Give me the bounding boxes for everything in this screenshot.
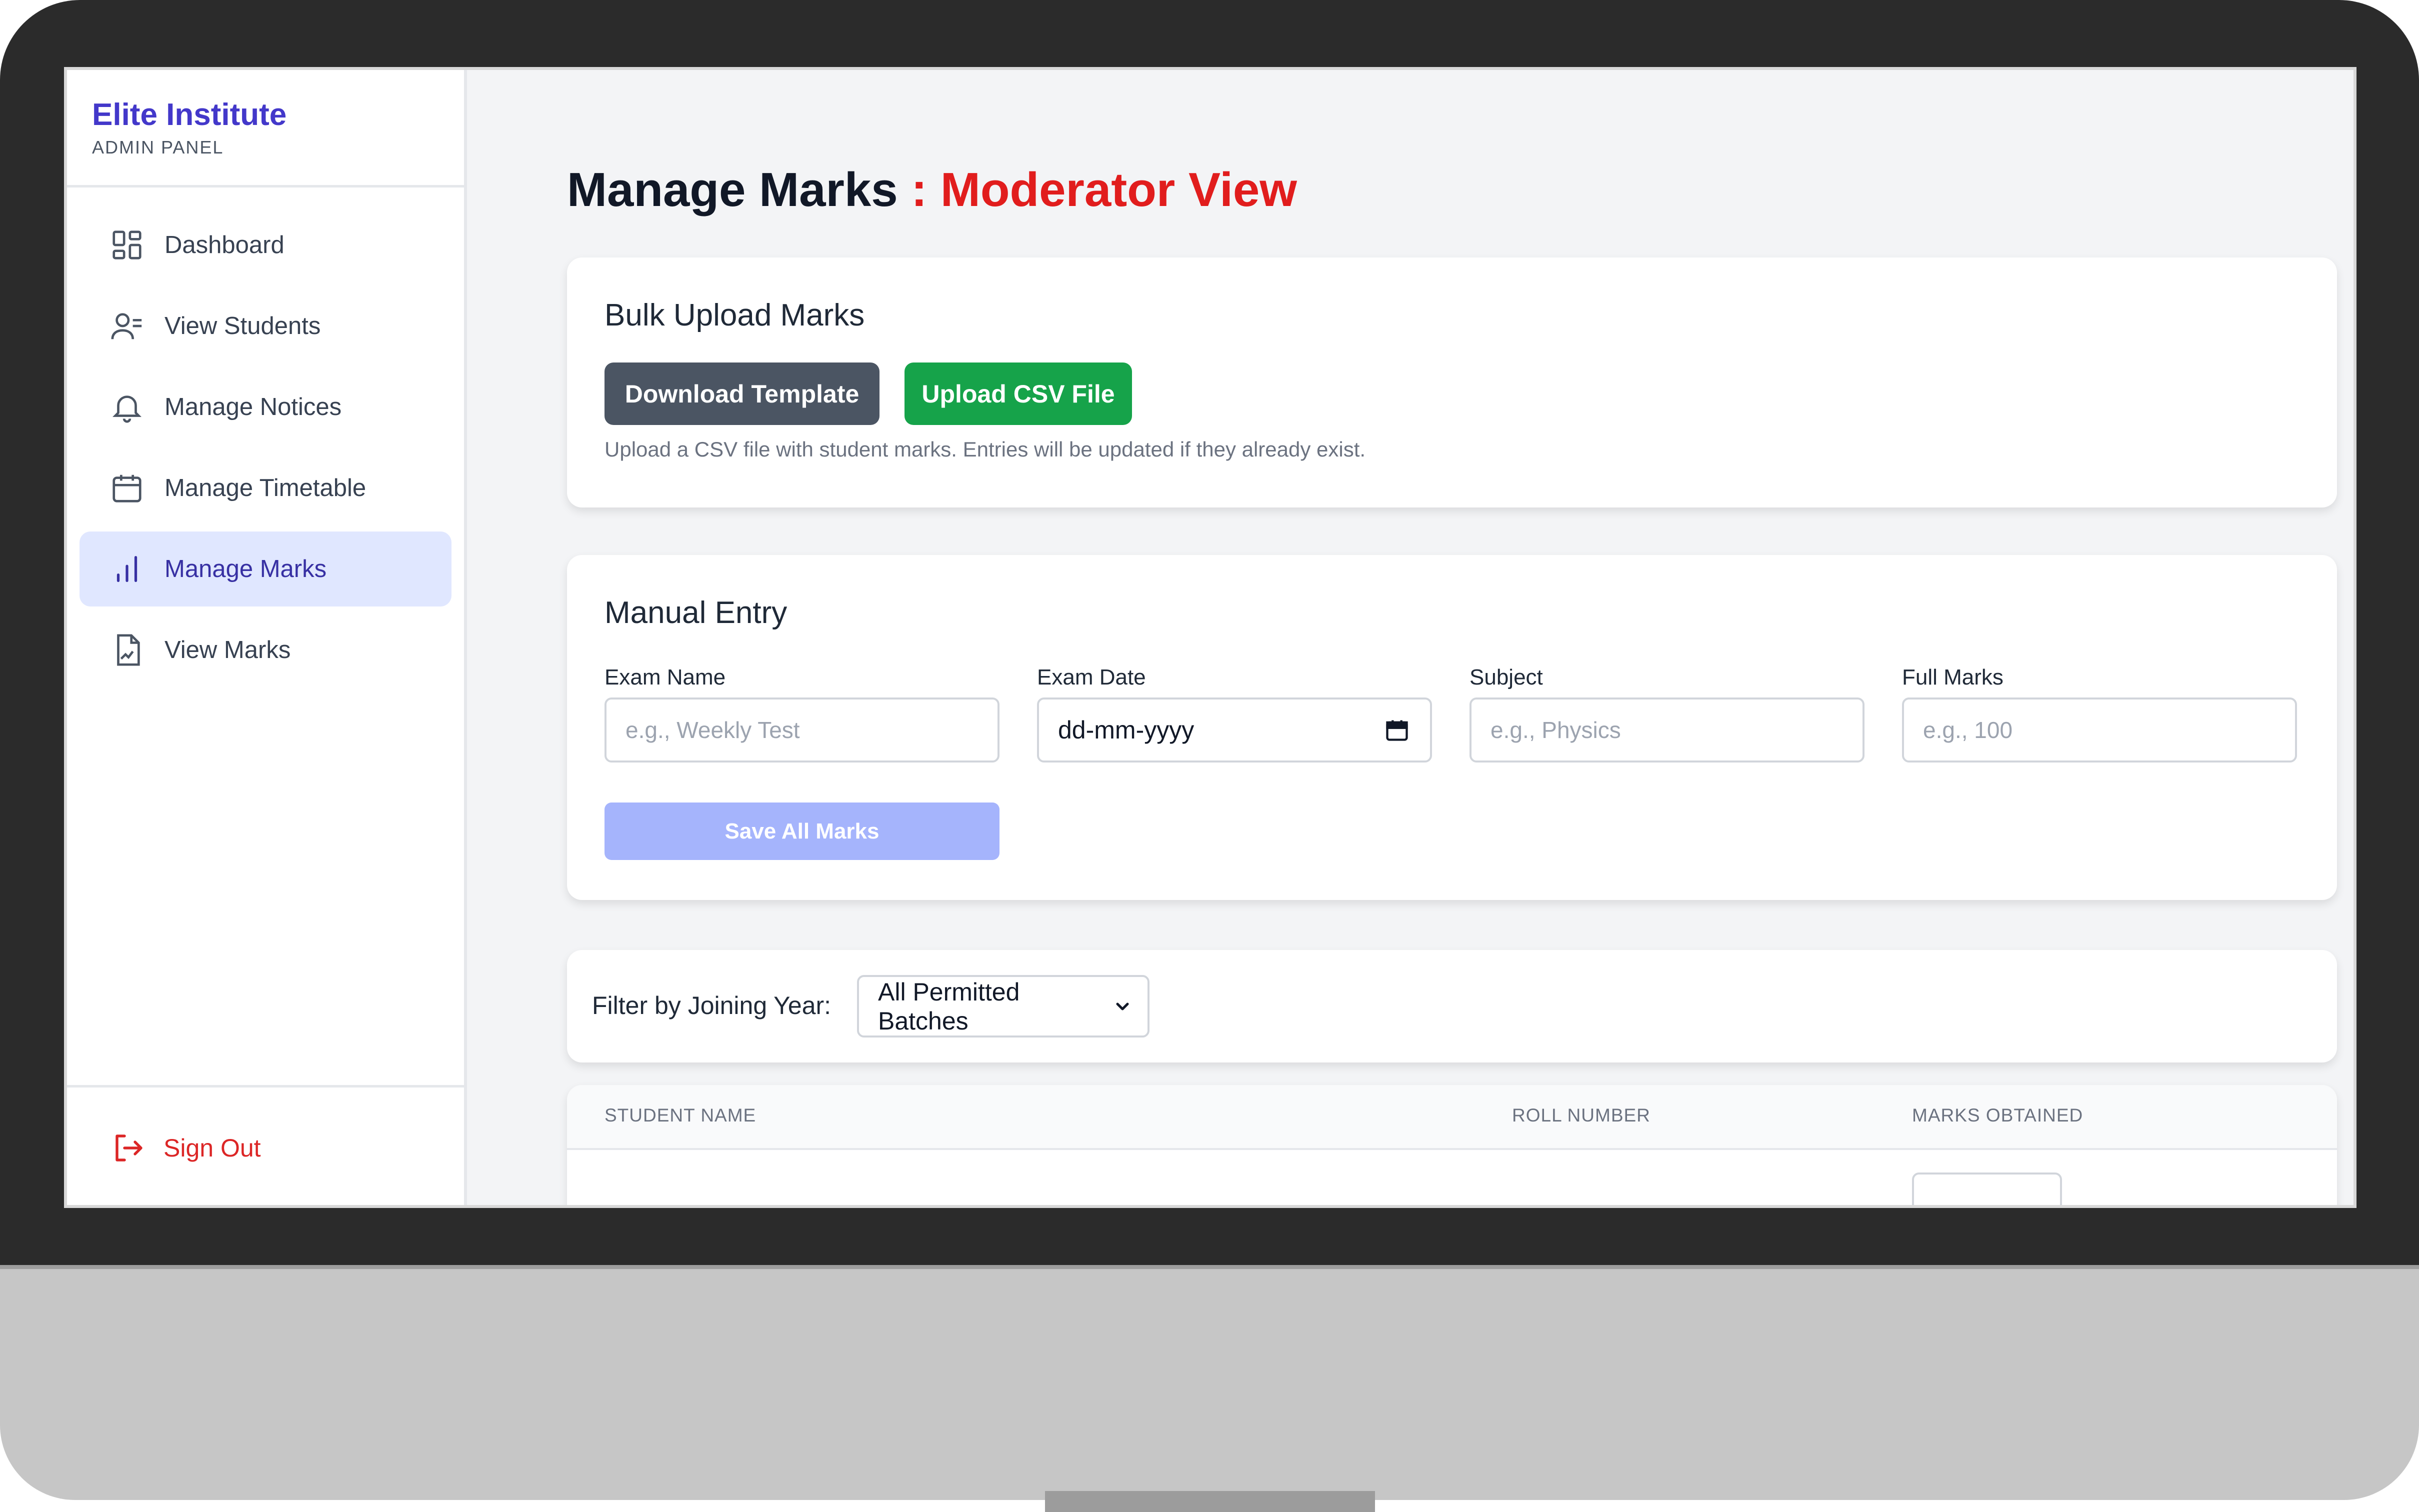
full-marks-input[interactable]: e.g., 100 — [1902, 698, 2297, 762]
subject-label: Subject — [1470, 665, 1543, 690]
page-title-text: Manage Marks — [567, 163, 898, 216]
subject-placeholder: e.g., Physics — [1490, 717, 1621, 743]
exam-name-placeholder: e.g., Weekly Test — [626, 717, 800, 743]
filter-label: Filter by Joining Year: — [592, 992, 832, 1020]
subject-input[interactable]: e.g., Physics — [1470, 698, 1864, 762]
save-all-marks-button[interactable]: Save All Marks — [604, 802, 1000, 860]
page-title-accent: : Moderator View — [911, 163, 1297, 216]
sidebar: Elite Institute ADMIN PANEL Dashboard Vi… — [67, 70, 467, 1205]
user-list-icon — [110, 308, 144, 344]
bulk-upload-hint: Upload a CSV file with student marks. En… — [604, 438, 1366, 461]
table-header: STUDENT NAME ROLL NUMBER MARKS OBTAINED — [567, 1085, 2337, 1150]
exam-date-input[interactable]: dd-mm-yyyy — [1037, 698, 1432, 762]
full-marks-placeholder: e.g., 100 — [1923, 717, 2013, 743]
sidebar-item-label: Manage Timetable — [164, 474, 366, 502]
sidebar-item-dashboard[interactable]: Dashboard — [80, 208, 452, 282]
monitor-stand — [1045, 1491, 1375, 1512]
exam-date-value: dd-mm-yyyy — [1058, 716, 1194, 744]
bulk-upload-heading: Bulk Upload Marks — [604, 298, 865, 332]
monitor-chin — [0, 1265, 2419, 1500]
brand: Elite Institute ADMIN PANEL — [67, 70, 464, 188]
joining-year-selected: All Permitted Batches — [878, 978, 1020, 1035]
sidebar-footer: Sign Out — [67, 1085, 464, 1205]
dashboard-grid-icon — [110, 228, 144, 262]
upload-csv-button[interactable]: Upload CSV File — [904, 362, 1132, 425]
column-roll-number: ROLL NUMBER — [1512, 1105, 1650, 1126]
marks-table: STUDENT NAME ROLL NUMBER MARKS OBTAINED — [567, 1085, 2337, 1205]
exam-name-label: Exam Name — [604, 665, 726, 690]
sidebar-item-view-students[interactable]: View Students — [80, 288, 452, 364]
marks-obtained-input[interactable] — [1912, 1172, 2062, 1205]
filter-card: Filter by Joining Year: All Permitted Ba… — [567, 950, 2337, 1062]
manual-entry-card: Manual Entry Exam Name e.g., Weekly Test… — [567, 555, 2337, 900]
sidebar-nav: Dashboard View Students Manage Notices M… — [67, 188, 464, 688]
bar-chart-icon — [110, 552, 144, 586]
main-content: Manage Marks : Moderator View Bulk Uploa… — [467, 70, 2354, 1205]
chevron-down-icon — [1112, 996, 1132, 1016]
exam-date-label: Exam Date — [1037, 665, 1146, 690]
calendar-picker-icon[interactable] — [1384, 717, 1410, 743]
sidebar-item-manage-marks[interactable]: Manage Marks — [80, 532, 452, 606]
bulk-upload-card: Bulk Upload Marks Download Template Uplo… — [567, 258, 2337, 508]
sidebar-item-manage-notices[interactable]: Manage Notices — [80, 370, 452, 444]
monitor-frame: Elite Institute ADMIN PANEL Dashboard Vi… — [0, 0, 2419, 1512]
column-marks-obtained: MARKS OBTAINED — [1912, 1105, 2084, 1126]
sidebar-item-manage-timetable[interactable]: Manage Timetable — [80, 450, 452, 526]
sidebar-item-label: View Students — [164, 312, 321, 340]
sidebar-item-label: Manage Notices — [164, 394, 342, 420]
brand-subtitle: ADMIN PANEL — [92, 137, 224, 158]
bell-icon — [110, 390, 144, 424]
full-marks-label: Full Marks — [1902, 665, 2004, 690]
joining-year-select[interactable]: All Permitted Batches — [857, 975, 1150, 1038]
download-template-button[interactable]: Download Template — [604, 362, 880, 425]
sidebar-item-label: View Marks — [164, 636, 291, 664]
column-student-name: STUDENT NAME — [604, 1105, 756, 1126]
sign-out-label: Sign Out — [164, 1134, 261, 1162]
sidebar-item-label: Manage Marks — [164, 556, 327, 582]
logout-icon — [110, 1130, 146, 1166]
screen: Elite Institute ADMIN PANEL Dashboard Vi… — [64, 67, 2356, 1208]
sidebar-item-label: Dashboard — [164, 232, 284, 258]
sidebar-item-view-marks[interactable]: View Marks — [80, 612, 452, 688]
document-chart-icon — [110, 632, 144, 668]
page-title: Manage Marks : Moderator View — [567, 162, 1297, 218]
brand-title[interactable]: Elite Institute — [92, 95, 439, 135]
manual-entry-heading: Manual Entry — [604, 596, 788, 630]
sign-out-button[interactable]: Sign Out — [110, 1130, 261, 1166]
exam-name-input[interactable]: e.g., Weekly Test — [604, 698, 1000, 762]
calendar-icon — [110, 470, 144, 506]
